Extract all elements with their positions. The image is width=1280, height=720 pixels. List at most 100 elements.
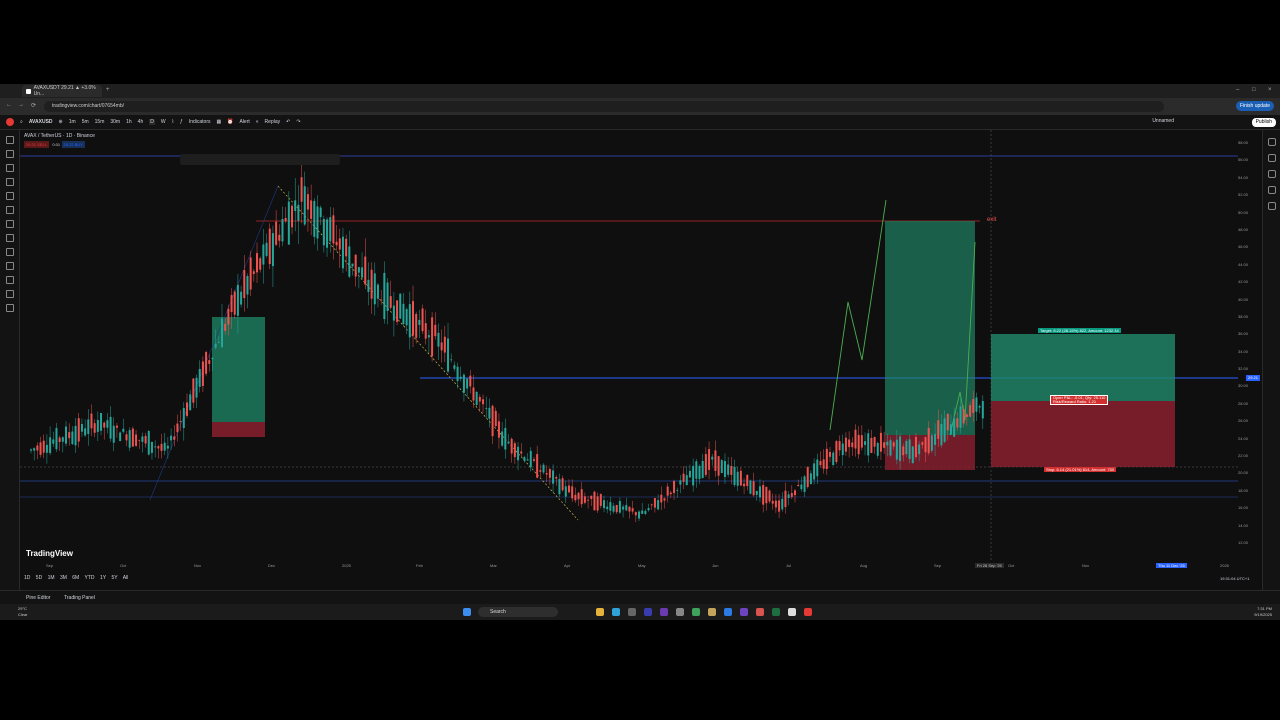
interval-15m[interactable]: 15m [95,119,105,125]
screen: AVAXUSDT 29.21 ▲ +3.0% Un... + – □ × ← →… [0,84,1280,620]
candle-body [685,475,688,486]
interval-w[interactable]: W [161,119,166,125]
publish-button[interactable]: Publish [1251,118,1276,127]
undo-icon[interactable]: ↶ [286,119,290,125]
price-chart[interactable] [20,130,1262,570]
excel-icon[interactable] [772,608,780,616]
range-5y[interactable]: 5Y [111,575,117,581]
trash-tool-icon[interactable] [5,304,14,312]
interval-1h[interactable]: 1h [126,119,132,125]
watchlist-icon[interactable] [1267,138,1276,146]
new-tab-icon[interactable]: + [106,87,110,93]
fib-tool-icon[interactable] [5,164,14,172]
maximize-icon[interactable]: □ [1252,87,1256,93]
app-icon-3[interactable] [660,608,668,616]
candle-body [221,318,223,348]
url-field[interactable]: tradingview.com/chart/07654mb/ [44,101,1164,112]
alert-icon[interactable]: ⏰ [227,119,233,125]
indicators-button[interactable]: Indicators [189,119,211,125]
interval-d[interactable]: D [149,119,155,125]
app-icon-2[interactable] [644,608,652,616]
forward-icon[interactable]: → [18,102,24,108]
calendar-icon[interactable] [1267,186,1276,194]
sell-button[interactable]: 29.21 SELL [24,141,49,148]
add-symbol-icon[interactable]: ⊕ [59,119,63,125]
candle-body [131,428,134,447]
chrome-icon[interactable] [692,608,700,616]
buy-button[interactable]: 29.22 BUY [61,141,85,148]
back-icon[interactable]: ← [6,102,12,108]
candle-body [84,428,87,436]
candle-body [784,490,787,508]
tv-logo-icon[interactable] [6,118,14,126]
app-icon-6[interactable] [724,608,732,616]
text-tool-icon[interactable] [5,206,14,214]
lock-tool-icon[interactable] [5,276,14,284]
candle-body [469,375,472,387]
chart-type-icon[interactable]: ⌇ [172,119,174,125]
reload-icon[interactable]: ⟳ [31,102,36,109]
magnet-tool-icon[interactable] [5,262,14,270]
browser-tab[interactable]: AVAXUSDT 29.21 ▲ +3.0% Un... [22,85,102,97]
utc-time[interactable]: 19:31:04 UTC+1 [1220,576,1249,581]
replay-button[interactable]: Replay [265,119,281,125]
range-1y[interactable]: 1Y [100,575,106,581]
symbol-search-icon[interactable]: ⌕ [20,119,23,125]
symbol-label[interactable]: AVAXUSD [29,119,53,125]
app-icon-7[interactable] [740,608,748,616]
interval-1m[interactable]: 1m [69,119,76,125]
time-tick: Jul [786,563,792,568]
trendline-tool-icon[interactable] [5,150,14,158]
pattern-tool-icon[interactable] [5,178,14,186]
app-icon-10[interactable] [804,608,812,616]
brush-tool-icon[interactable] [5,192,14,200]
app-icon-4[interactable] [676,608,684,616]
explorer-icon[interactable] [596,608,604,616]
finish-update-button[interactable]: Finish update [1235,101,1274,111]
app-icon-9[interactable] [788,608,796,616]
weather-widget[interactable]: 29°C Clear [18,606,28,618]
range-5d[interactable]: 5D [36,575,42,581]
close-icon[interactable]: × [1268,87,1272,93]
interval-30m[interactable]: 30m [110,119,120,125]
indicators-icon[interactable]: ƒ [180,119,183,125]
candle-body [427,335,430,338]
zoom-tool-icon[interactable] [5,248,14,256]
price-axis[interactable]: 58.00 56.00 54.00 52.00 50.00 48.00 46.00 44.00… [1238,130,1262,570]
candle-body [695,461,698,479]
pine-editor-tab[interactable]: Pine Editor [26,595,50,601]
alerts-panel-icon[interactable] [1267,154,1276,162]
app-icon-1[interactable] [628,608,636,616]
ruler-tool-icon[interactable] [5,234,14,242]
minimize-icon[interactable]: – [1236,87,1239,93]
windows-start-icon[interactable] [463,608,471,616]
candle-body [612,505,615,512]
layout-grid-icon[interactable]: ▦ [217,119,222,125]
taskbar-search[interactable]: Search [478,607,558,617]
hide-tool-icon[interactable] [5,290,14,298]
taskbar-clock[interactable]: 7:31 PM 9/19/2025 [1254,606,1272,618]
candle-body [606,506,609,510]
interval-4h[interactable]: 4h [138,119,144,125]
cursor-tool-icon[interactable] [5,136,14,144]
redo-icon[interactable]: ↷ [296,119,300,125]
candle-body [972,399,975,413]
app-icon-5[interactable] [708,608,716,616]
range-6m[interactable]: 6M [72,575,79,581]
time-axis[interactable]: Sep Oct Nov Dec 2025 Feb Mar Apr May Jun Jul Aug Sep… [20,562,1262,570]
range-1m[interactable]: 1M [48,575,55,581]
range-all[interactable]: All [123,575,129,581]
replay-icon[interactable]: « [256,119,259,125]
data-window-icon[interactable] [1267,170,1276,178]
chat-icon[interactable] [1267,202,1276,210]
alert-button[interactable]: Alert [239,119,249,125]
range-ytd[interactable]: YTD [85,575,95,581]
edge-icon[interactable] [612,608,620,616]
layout-name[interactable]: Unnamed [1152,118,1174,124]
trading-panel-tab[interactable]: Trading Panel [64,595,95,601]
app-icon-8[interactable] [756,608,764,616]
range-1d[interactable]: 1D [24,575,30,581]
icon-tool-icon[interactable] [5,220,14,228]
interval-5m[interactable]: 5m [82,119,89,125]
range-3m[interactable]: 3M [60,575,67,581]
